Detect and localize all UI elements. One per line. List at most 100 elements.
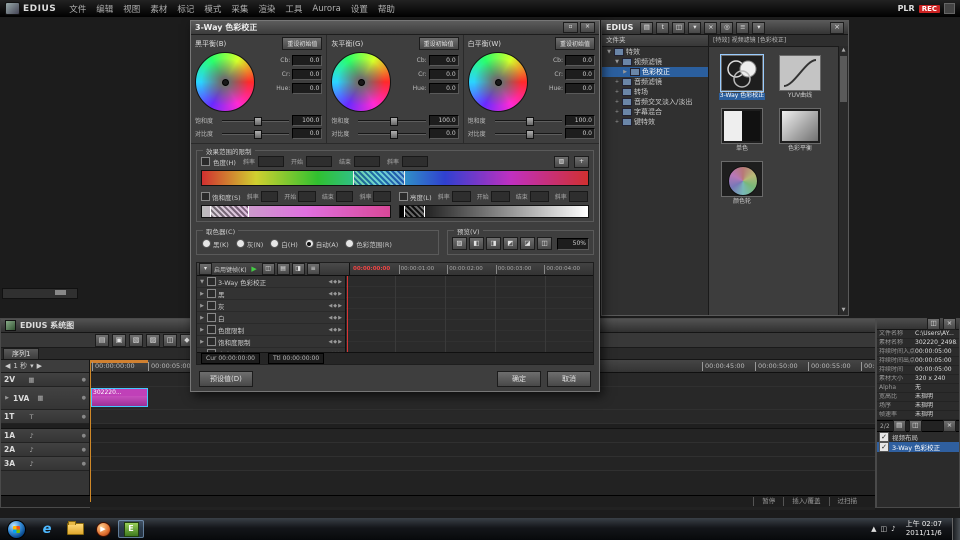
- expander-icon[interactable]: +: [614, 109, 620, 115]
- kf-checkbox[interactable]: [207, 277, 216, 286]
- kf-row-gray[interactable]: ▶ 灰 ◀◆▶: [197, 300, 345, 312]
- saturation-slider[interactable]: [222, 116, 289, 125]
- track-lock-icon[interactable]: ●: [82, 447, 86, 453]
- timescale-left-icon[interactable]: ◀: [5, 362, 10, 370]
- menu-settings[interactable]: 设置: [346, 2, 373, 16]
- menu-edit[interactable]: 编辑: [91, 2, 118, 16]
- paste-icon[interactable]: ◫: [163, 334, 177, 347]
- audio-track-icon[interactable]: ♪: [27, 460, 36, 468]
- hue-field[interactable]: 0.0: [429, 83, 459, 94]
- menu-marker[interactable]: 标记: [172, 2, 199, 16]
- timescale-control[interactable]: ◀ 1 秒 ▾ ▶: [1, 360, 89, 373]
- taskbar-clock[interactable]: 上午 02:07 2011/11/6: [900, 520, 948, 538]
- luma-end-field[interactable]: [530, 191, 549, 202]
- sat-start-field[interactable]: [298, 191, 316, 202]
- minimize-icon[interactable]: ▫: [563, 22, 578, 33]
- preview-scrollbar[interactable]: [2, 288, 78, 299]
- scroll-up-icon[interactable]: ▲: [839, 46, 848, 55]
- tree-item-effects[interactable]: ▼ 特效: [602, 47, 708, 57]
- target-icon[interactable]: ◎: [720, 22, 733, 34]
- track-head-1va[interactable]: ▶ 1VA ▦ ●: [1, 387, 89, 410]
- track-lock-icon[interactable]: ●: [82, 461, 86, 467]
- hue-range-bar[interactable]: [201, 170, 589, 186]
- menu-file[interactable]: 文件: [64, 2, 91, 16]
- tree-item-audio-crossfade[interactable]: + 音频交叉淡入/淡出: [602, 97, 708, 107]
- track-lane-2a[interactable]: [90, 443, 875, 457]
- tree-item-transitions[interactable]: + 转场: [602, 87, 708, 97]
- keyframe-list-icon[interactable]: ≡: [307, 263, 320, 275]
- track-lock-icon[interactable]: ●: [82, 377, 86, 383]
- audio-track-icon[interactable]: ♪: [27, 432, 36, 440]
- track-head-1a[interactable]: 1A ♪ ●: [1, 429, 89, 443]
- menu-clip[interactable]: 素材: [145, 2, 172, 16]
- expander-icon[interactable]: ▶: [199, 315, 205, 321]
- menu-capture[interactable]: 采集: [226, 2, 253, 16]
- title-track-icon[interactable]: T: [27, 413, 36, 421]
- folder-icon[interactable]: ▤: [893, 420, 906, 432]
- text-tool-icon[interactable]: t: [656, 22, 669, 34]
- expander-icon[interactable]: ▶: [622, 69, 628, 75]
- kf-row-sat-limit[interactable]: ▶ 饱和度限制 ◀◆▶: [197, 336, 345, 348]
- window-icon[interactable]: ◫: [927, 318, 940, 330]
- hue-limit-checkbox[interactable]: [201, 157, 210, 166]
- menu-render[interactable]: 渲染: [253, 2, 280, 16]
- preset-button[interactable]: 预设值(D): [199, 371, 253, 387]
- kf-checkbox[interactable]: [207, 301, 216, 310]
- expander-icon[interactable]: +: [614, 99, 620, 105]
- hue-field[interactable]: 0.0: [292, 83, 322, 94]
- luma-slope-start-field[interactable]: [452, 191, 471, 202]
- menu-aurora[interactable]: Aurora: [307, 3, 345, 15]
- menu-help[interactable]: 帮助: [373, 2, 400, 16]
- effect-thumbnail-mono[interactable]: [721, 108, 763, 144]
- effect-checkbox[interactable]: ✓: [879, 442, 889, 452]
- contrast-field[interactable]: 0.0: [565, 128, 595, 139]
- saturation-slider[interactable]: [358, 116, 425, 125]
- split-center-icon[interactable]: ◫: [537, 237, 552, 250]
- saturation-field[interactable]: 100.0: [565, 115, 595, 126]
- kf-row-hue-limit[interactable]: ▶ 色度限制 ◀◆▶: [197, 324, 345, 336]
- cut-icon[interactable]: ▧: [129, 334, 143, 347]
- palette-titlebar[interactable]: EDIUS ▤ t ◫ ▾ × ◎ ≡ ▾ ×: [602, 21, 848, 35]
- sat-slope-end-field[interactable]: [373, 191, 391, 202]
- track-head-2a[interactable]: 2A ♪ ●: [1, 443, 89, 457]
- taskbar-ie-icon[interactable]: e: [34, 520, 60, 538]
- sat-slope-start-field[interactable]: [261, 191, 279, 202]
- copy-icon[interactable]: ▨: [146, 334, 160, 347]
- contrast-slider[interactable]: [222, 129, 289, 138]
- tray-hidden-icons[interactable]: ▲: [871, 525, 876, 533]
- eyedropper-icon[interactable]: ▨: [554, 156, 569, 168]
- scroll-down-icon[interactable]: ▼: [839, 306, 848, 315]
- taskbar-media-player-icon[interactable]: ▶: [90, 520, 116, 538]
- saturation-field[interactable]: 100.0: [292, 115, 322, 126]
- menu-tools[interactable]: 工具: [280, 2, 307, 16]
- expander-icon[interactable]: ▶: [199, 303, 205, 309]
- luma-range-bar[interactable]: [399, 205, 589, 218]
- saturation-range-bar[interactable]: [201, 205, 391, 218]
- keyframe-grid[interactable]: [346, 276, 593, 352]
- keyframe-menu-icon[interactable]: ▾: [199, 263, 212, 275]
- tab-sequence-1[interactable]: 序列1: [3, 348, 39, 359]
- expander-icon[interactable]: +: [614, 89, 620, 95]
- save-icon[interactable]: ▣: [112, 334, 126, 347]
- kf-row-root[interactable]: ▼ 3-Way 色彩校正 ◀◆▶: [197, 276, 345, 288]
- expander-icon[interactable]: ▼: [614, 59, 620, 65]
- ok-button[interactable]: 确定: [497, 371, 541, 387]
- video-track-icon[interactable]: ▦: [27, 376, 36, 384]
- show-desktop-button[interactable]: [952, 518, 960, 540]
- video-track-icon[interactable]: ▦: [36, 394, 45, 402]
- picker-option-gray[interactable]: 灰(N): [236, 239, 263, 249]
- hue-start-field[interactable]: [306, 156, 332, 167]
- track-lock-icon[interactable]: ●: [82, 395, 86, 401]
- menu-mode[interactable]: 模式: [199, 2, 226, 16]
- picker-option-black[interactable]: 黑(K): [202, 239, 229, 249]
- cr-field[interactable]: 0.0: [565, 69, 595, 80]
- timeline-clip[interactable]: 302220...: [91, 388, 148, 407]
- scrollbar-thumb[interactable]: [840, 56, 847, 102]
- split-topleft-icon[interactable]: ◩: [503, 237, 518, 250]
- effect-thumbnail-3way[interactable]: [721, 55, 763, 91]
- keyframe-ruler[interactable]: 00:00:00:00 00:00:01:00 00:00:02:00 00:0…: [350, 263, 593, 276]
- saturation-range-selection[interactable]: [210, 206, 250, 217]
- hue-slope-start-field[interactable]: [258, 156, 284, 167]
- close-icon[interactable]: ×: [830, 22, 844, 34]
- track-lock-icon[interactable]: ●: [82, 414, 86, 420]
